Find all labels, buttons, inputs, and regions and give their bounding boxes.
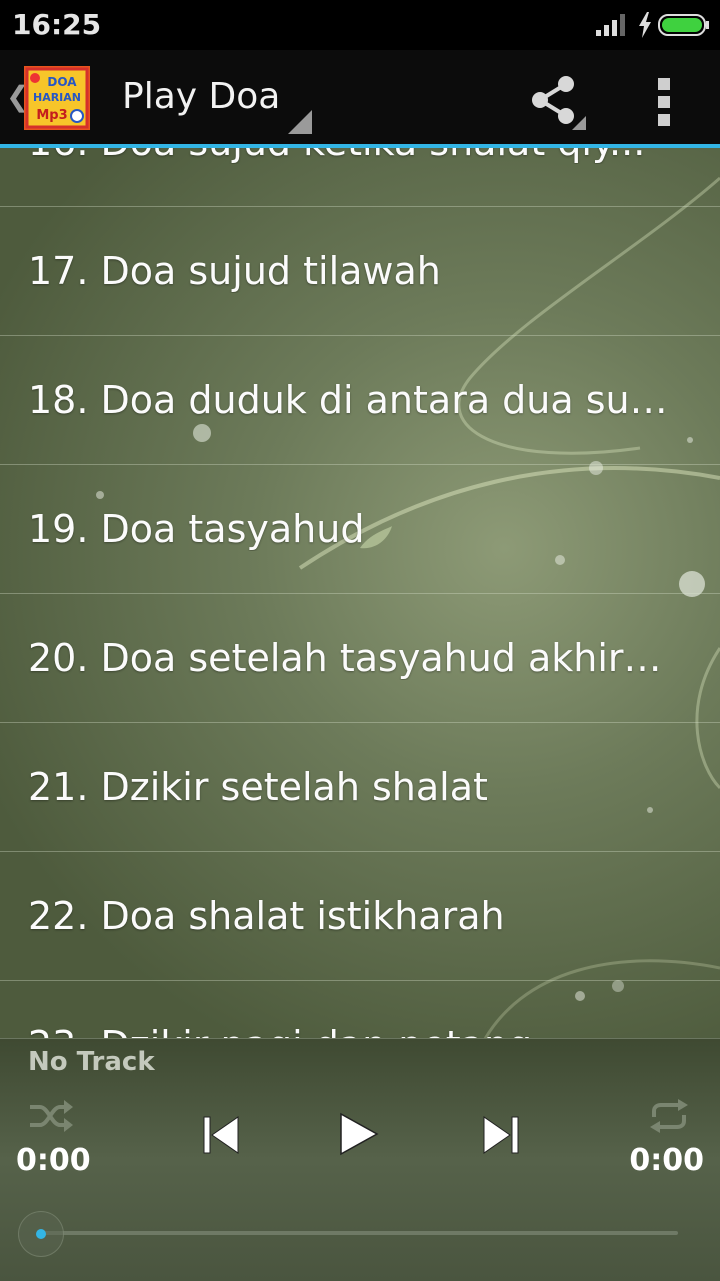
play-icon[interactable] xyxy=(338,1111,380,1157)
list-item[interactable]: 20. Doa setelah tasyahud akhir… xyxy=(0,594,720,723)
total-duration: 0:00 xyxy=(629,1143,704,1178)
elapsed-time: 0:00 xyxy=(16,1143,91,1178)
list-item[interactable]: 16. Doa sujud ketika shalat qiy... xyxy=(0,148,720,207)
list-item[interactable]: 17. Doa sujud tilawah xyxy=(0,207,720,336)
seek-bar[interactable] xyxy=(40,1231,678,1235)
shuffle-icon[interactable] xyxy=(28,1099,74,1133)
list-item[interactable]: 22. Doa shalat istikharah xyxy=(0,852,720,981)
seek-thumb-dot xyxy=(36,1229,46,1239)
svg-text:Mp3: Mp3 xyxy=(36,108,67,123)
action-bar: ❮ DOA HARIAN Mp3 Play Doa xyxy=(0,50,720,148)
list-item-label: 16. Doa sujud ketika shalat qiy... xyxy=(28,148,645,164)
list-item[interactable]: 18. Doa duduk di antara dua su… xyxy=(0,336,720,465)
list-item[interactable]: 19. Doa tasyahud xyxy=(0,465,720,594)
svg-text:HARIAN: HARIAN xyxy=(33,91,81,104)
list-item[interactable]: 23. Dzikir pagi dan petang xyxy=(0,981,720,1038)
repeat-icon[interactable] xyxy=(648,1099,690,1133)
track-title: No Track xyxy=(28,1047,155,1077)
svg-text:DOA: DOA xyxy=(47,75,77,89)
status-time: 16:25 xyxy=(12,8,102,41)
doa-list-items: 16. Doa sujud ketika shalat qiy... 17. D… xyxy=(0,148,720,1038)
list-item-label: 18. Doa duduk di antara dua su… xyxy=(28,378,668,422)
next-icon[interactable] xyxy=(482,1115,520,1155)
list-item-label: 19. Doa tasyahud xyxy=(28,507,365,551)
overflow-menu-icon[interactable] xyxy=(650,76,678,128)
list-item-label: 22. Doa shalat istikharah xyxy=(28,894,505,938)
list-item[interactable]: 21. Dzikir setelah shalat xyxy=(0,723,720,852)
charging-icon xyxy=(639,12,651,38)
audio-player: No Track 0:00 0:00 xyxy=(0,1038,720,1281)
previous-icon[interactable] xyxy=(202,1115,240,1155)
spinner-indicator-icon xyxy=(288,110,312,134)
status-bar: 16:25 xyxy=(0,0,720,50)
page-title[interactable]: Play Doa xyxy=(122,76,280,117)
signal-icon xyxy=(596,14,625,36)
doa-list[interactable]: 16. Doa sujud ketika shalat qiy... 17. D… xyxy=(0,148,720,1038)
battery-icon xyxy=(658,14,709,36)
share-icon[interactable] xyxy=(526,72,586,130)
app-logo-icon[interactable]: DOA HARIAN Mp3 xyxy=(24,66,90,130)
list-item-label: 17. Doa sujud tilawah xyxy=(28,249,441,293)
list-item-label: 20. Doa setelah tasyahud akhir… xyxy=(28,636,662,680)
list-item-label: 21. Dzikir setelah shalat xyxy=(28,765,488,809)
list-item-label: 23. Dzikir pagi dan petang xyxy=(28,1023,532,1038)
